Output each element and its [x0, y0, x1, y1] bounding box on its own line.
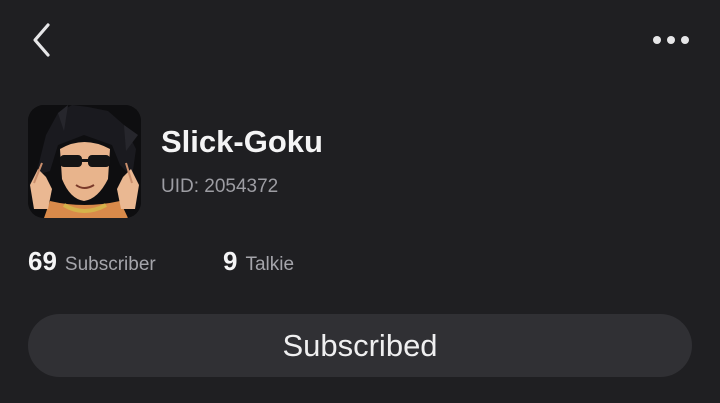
subscriber-stat[interactable]: 69 Subscriber: [28, 246, 156, 277]
talkie-stat[interactable]: 9 Talkie: [223, 246, 294, 277]
user-id: UID: 2054372: [161, 176, 279, 197]
talkie-count: 9: [223, 246, 238, 276]
subscribed-button[interactable]: Subscribed: [28, 314, 692, 377]
avatar[interactable]: [28, 105, 141, 218]
profile-page: Slick-Goku UID: 2054372 69 Subscriber 9 …: [0, 0, 720, 403]
chevron-left-icon: [33, 23, 50, 57]
username: Slick-Goku: [161, 124, 323, 159]
more-options-button[interactable]: [646, 22, 696, 58]
subscriber-count: 69: [28, 246, 57, 276]
more-horizontal-icon: [653, 36, 689, 44]
talkie-label: Talkie: [245, 254, 295, 275]
back-button[interactable]: [22, 18, 62, 62]
subscriber-label: Subscriber: [64, 254, 156, 275]
anime-character-avatar-image: [28, 105, 141, 218]
